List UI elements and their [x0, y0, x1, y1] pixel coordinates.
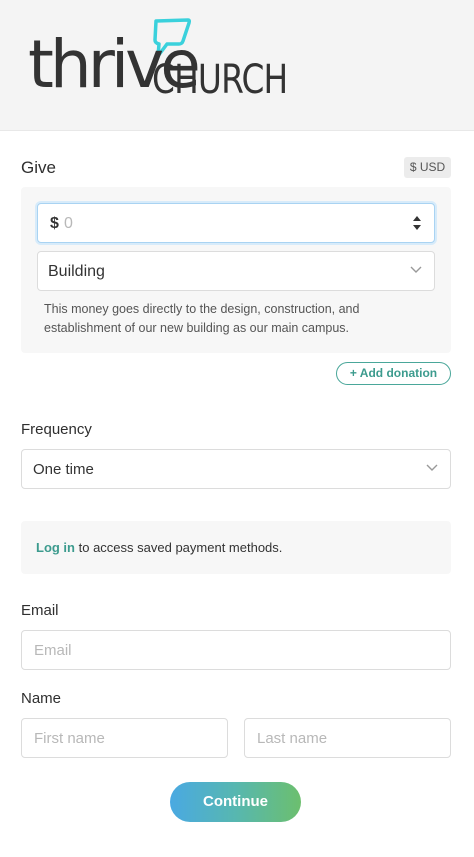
logo-suffix: CHURCH — [152, 57, 288, 103]
login-prompt: Log in to access saved payment methods. — [21, 521, 451, 574]
first-name-placeholder: First name — [34, 730, 105, 747]
login-prompt-text: Log in to access saved payment methods. — [36, 540, 282, 555]
chevron-down-icon — [426, 464, 438, 471]
currency-symbol: $ — [50, 215, 59, 232]
first-name-field[interactable]: First name — [21, 718, 228, 758]
fund-select-value: Building — [48, 263, 105, 280]
chevron-down-icon — [410, 266, 422, 273]
header: thrive CHURCH — [0, 0, 474, 131]
frequency-label: Frequency — [21, 421, 92, 438]
login-prompt-rest: to access saved payment methods. — [75, 540, 283, 555]
give-title: Give — [21, 158, 56, 177]
fund-select[interactable]: Building — [37, 251, 435, 291]
email-label: Email — [21, 602, 59, 619]
amount-input[interactable]: $ 0 — [37, 203, 435, 243]
last-name-field[interactable]: Last name — [244, 718, 451, 758]
email-placeholder: Email — [34, 642, 72, 659]
donation-panel: $ 0 Building This money goes directly to… — [21, 187, 451, 353]
thrive-church-logo: thrive CHURCH — [28, 18, 288, 108]
email-field[interactable]: Email — [21, 630, 451, 670]
number-spinner-icon[interactable] — [412, 214, 422, 232]
add-donation-button[interactable]: + Add donation — [336, 362, 451, 385]
last-name-placeholder: Last name — [257, 730, 328, 747]
fund-description: This money goes directly to the design, … — [44, 302, 360, 335]
login-link[interactable]: Log in — [36, 540, 75, 555]
frequency-select[interactable]: One time — [21, 449, 451, 489]
frequency-select-value: One time — [33, 461, 94, 478]
continue-button[interactable]: Continue — [170, 782, 301, 822]
name-label: Name — [21, 690, 62, 707]
currency-badge[interactable]: $ USD — [404, 157, 451, 178]
amount-placeholder: 0 — [64, 215, 73, 232]
